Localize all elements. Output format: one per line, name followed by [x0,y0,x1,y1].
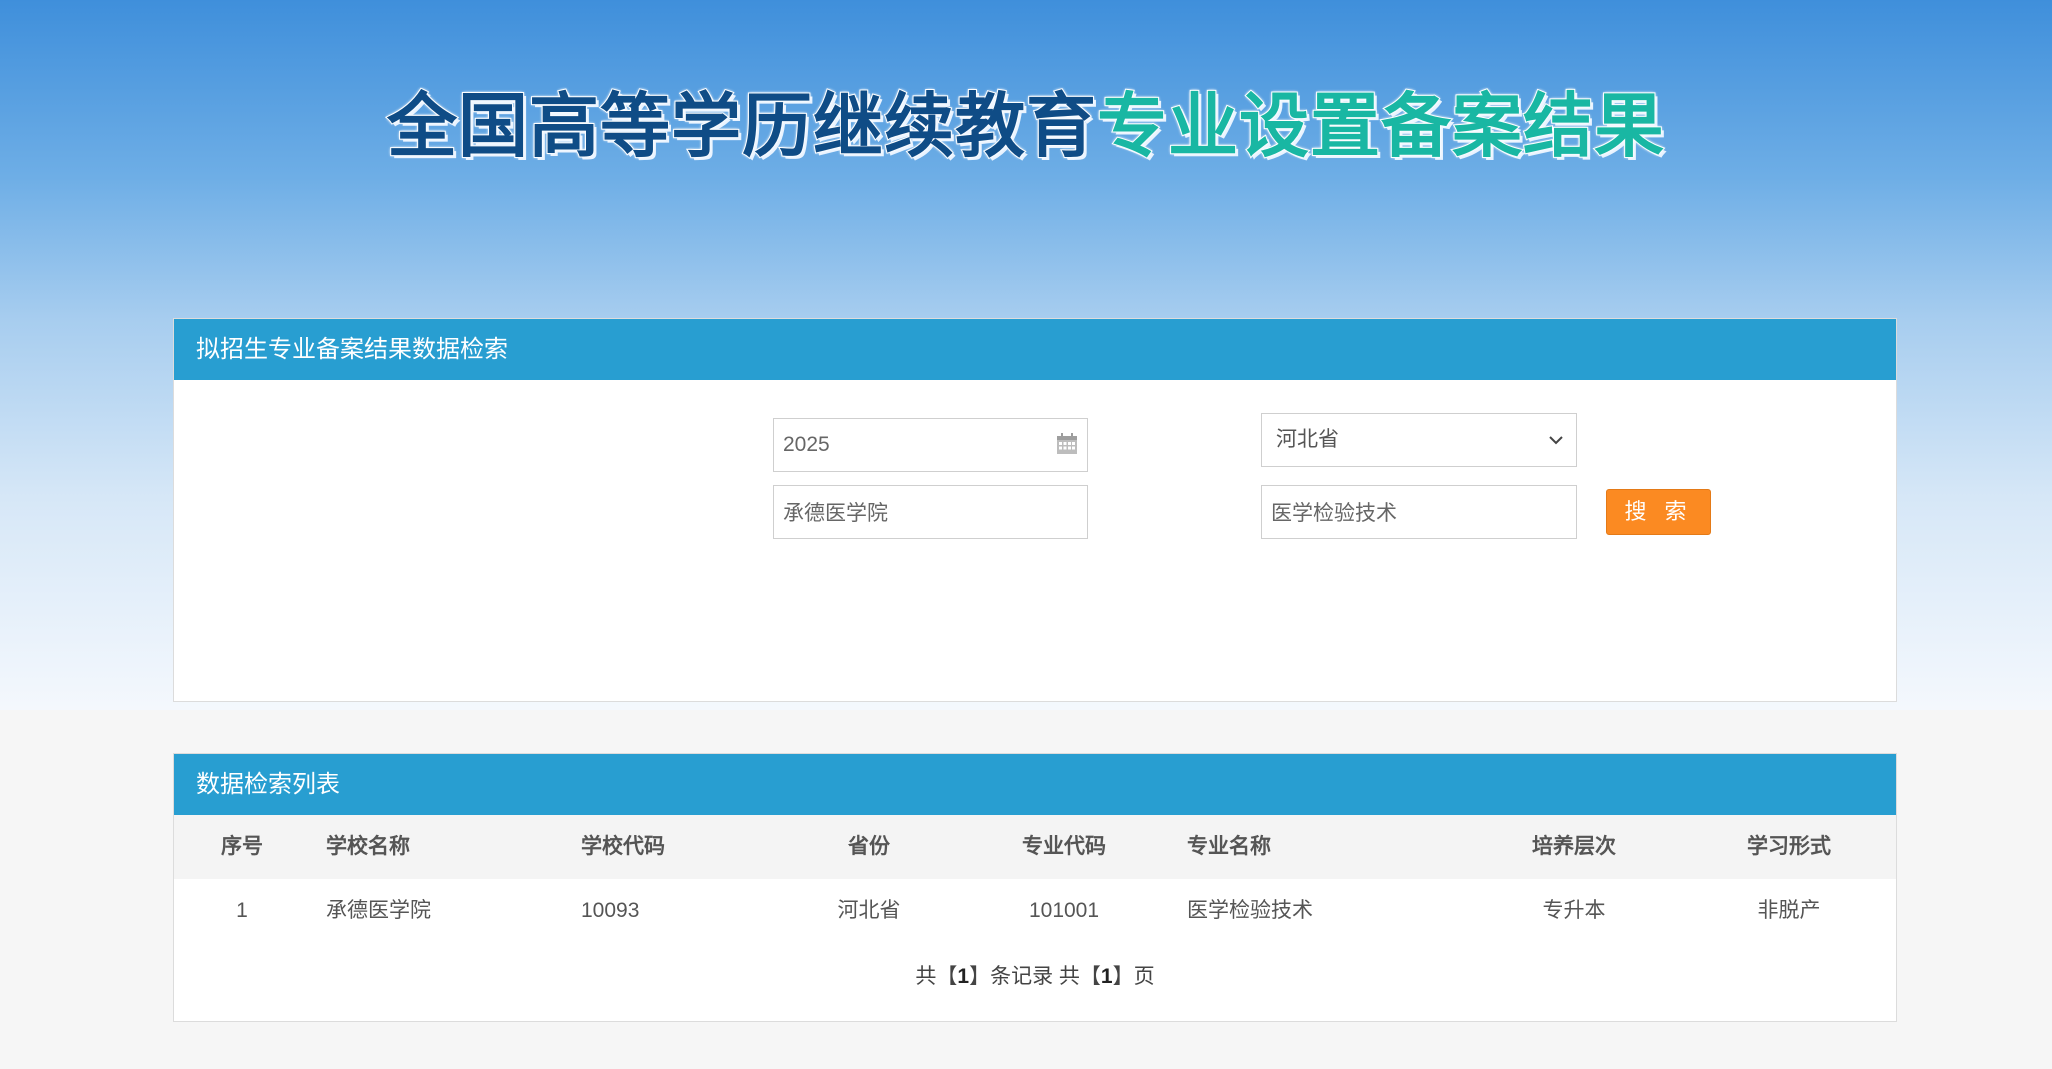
cell-school-name: 承德医学院 [326,899,431,922]
table-row: 1 承德医学院 10093 河北省 101001 医学检验技术 专升本 非脱产 [174,879,1896,943]
cell-major-code: 101001 [1028,899,1100,922]
school-name-input[interactable] [773,485,1088,539]
column-header-study-mode: 学习形式 [1747,835,1831,858]
province-select[interactable]: 河北省 [1261,413,1577,467]
column-header-province: 省份 [848,835,890,858]
chevron-down-icon [1549,436,1563,445]
results-panel-title: 数据检索列表 [174,754,1896,815]
province-select-value: 河北省 [1276,428,1339,451]
column-header-major-code: 专业代码 [1022,835,1106,858]
year-input-value: 2025 [783,433,830,456]
pagination-summary: 共【1】条记录 共【1】页 [915,965,1155,988]
year-input[interactable]: 2025 [773,418,1088,472]
cell-index: 1 [236,899,248,922]
calendar-icon[interactable] [1055,432,1079,456]
cell-study-mode: 非脱产 [1757,899,1821,922]
major-name-input[interactable] [1261,485,1577,539]
column-header-major-name: 专业名称 [1187,835,1271,858]
column-header-school-name: 学校名称 [326,835,410,858]
search-panel: 拟招生专业备案结果数据检索 备案年份: 2025 省份: 河北省 学校名称: 专… [173,318,1897,702]
search-button[interactable]: 搜 索 [1606,489,1711,535]
column-header-level: 培养层次 [1532,835,1616,858]
search-panel-title: 拟招生专业备案结果数据检索 [174,319,1896,380]
cell-school-code: 10093 [581,899,640,922]
column-header-index: 序号 [221,835,263,858]
cell-major-name: 医学检验技术 [1187,899,1313,922]
page-count: 1 [1100,965,1113,988]
banner-title-main: 全国高等学历继续教育 [386,86,1097,166]
column-header-school-code: 学校代码 [581,835,665,858]
cell-level: 专升本 [1542,899,1606,922]
record-count: 1 [957,965,970,988]
cell-province: 河北省 [837,899,901,922]
table-header: 序号 学校名称 学校代码 省份 专业代码 专业名称 培养层次 学习形式 [174,815,1896,879]
banner-title-accent: 专业设置备案结果 [1096,86,1665,166]
banner-title: 全国高等学历继续教育专业设置备案结果 [0,70,2052,171]
results-panel: 数据检索列表 序号 学校名称 学校代码 省份 专业代码 专业名称 培养层次 学习… [173,753,1897,1022]
